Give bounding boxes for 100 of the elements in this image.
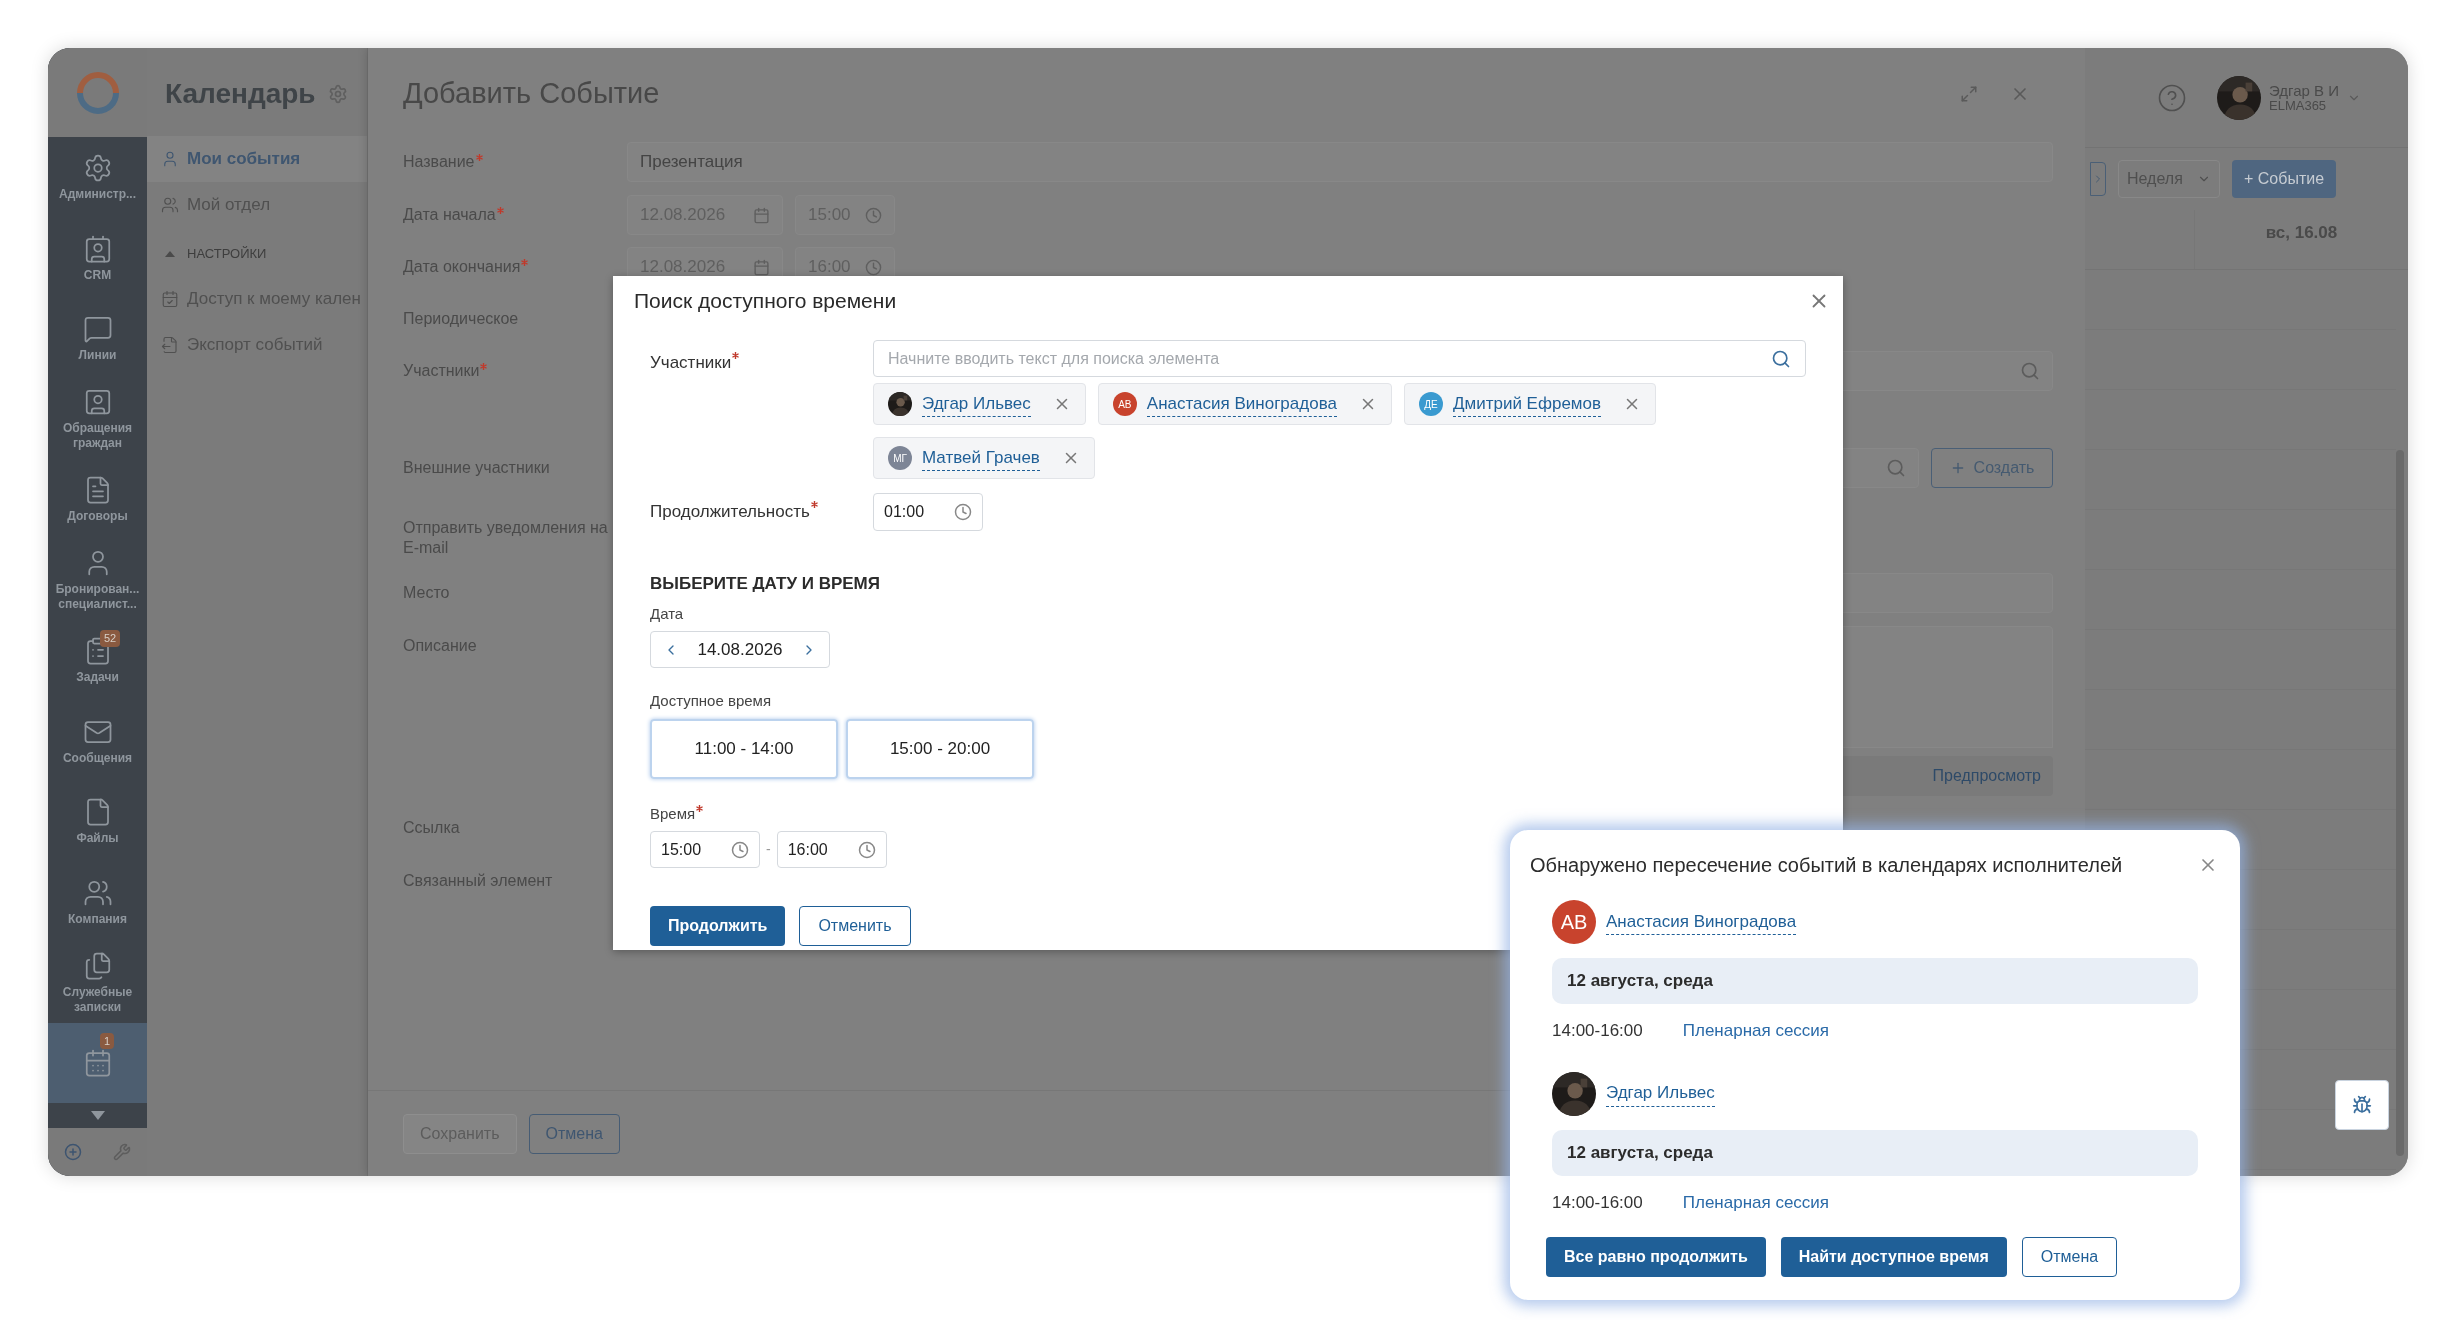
- time-field[interactable]: 15:00: [650, 831, 760, 868]
- continue-button[interactable]: Продолжить: [650, 906, 786, 946]
- required-icon: [496, 207, 504, 214]
- search-icon: [1771, 348, 1791, 369]
- bug-icon: [2352, 1095, 2372, 1115]
- clock-icon: [954, 503, 972, 521]
- logo-icon: [75, 70, 120, 115]
- time-field[interactable]: 16:00: [776, 831, 887, 868]
- sidebar-label: Компания: [67, 911, 128, 927]
- participant-link[interactable]: Эдгар Ильвес: [922, 390, 1031, 418]
- participant-chip[interactable]: Эдгар Ильвес: [873, 383, 1086, 425]
- add-icon[interactable]: [63, 1143, 82, 1162]
- sidebar-item[interactable]: Администр...: [48, 137, 147, 218]
- caret-icon: [165, 251, 175, 257]
- sidebar-label: Служебные записки: [61, 984, 134, 1015]
- sidebar-item[interactable]: Сообщения: [48, 700, 147, 782]
- help-icon[interactable]: [2157, 82, 2187, 113]
- sidebar-item[interactable]: Задачи 52: [48, 620, 147, 701]
- dialog-title: Обнаружено пересечение событий в календарях исполнителей: [1530, 853, 2123, 878]
- search-icon: [2020, 361, 2040, 381]
- page-title: Календарь: [165, 77, 316, 111]
- range-separator: -: [766, 840, 771, 859]
- panel-title: Добавить Событие: [403, 76, 660, 112]
- sidebar-label: Договоры: [66, 509, 129, 525]
- participant-chip[interactable]: ДЕ Дмитрий Ефремов: [1403, 383, 1656, 425]
- duration-field[interactable]: 01:00: [873, 493, 983, 531]
- field-label: Участники: [650, 340, 873, 479]
- sidebar-label: CRM: [82, 267, 113, 283]
- sidebar-label: Администр...: [57, 187, 137, 203]
- search-input[interactable]: Начните вводить текст для поиска элемента: [888, 346, 1771, 371]
- expand-icon[interactable]: [1960, 85, 1978, 103]
- date-bar: 12 августа, среда: [1552, 958, 2198, 1004]
- count-badge: 1: [100, 1032, 115, 1050]
- sidebar-item[interactable]: Служебные записки: [48, 942, 147, 1023]
- participant-chip[interactable]: МГ Матвей Грачев: [873, 437, 1095, 479]
- settings-section[interactable]: НАСТРОЙКИ: [147, 232, 367, 276]
- field-label: Дата: [650, 603, 685, 624]
- action-button[interactable]: Найти доступное время: [1780, 1237, 2007, 1277]
- sidebar-label: Задачи: [75, 670, 120, 686]
- person-icon: [161, 150, 179, 168]
- event-time: 14:00-16:00: [1552, 1020, 1643, 1042]
- text-field[interactable]: Презентация: [627, 142, 2053, 182]
- section-title: НАСТРОЙКИ: [187, 245, 267, 264]
- cancel-button[interactable]: Отменить: [799, 906, 911, 946]
- field-label: Продолжительность: [650, 499, 873, 525]
- export-icon: [161, 336, 179, 354]
- calendar-icon: [753, 258, 770, 276]
- avatar-initials: АВ: [1112, 392, 1137, 416]
- sidebar-item[interactable]: Договоры: [48, 459, 147, 540]
- clock-icon: [731, 840, 749, 859]
- sidebar-item[interactable]: 1: [48, 1022, 147, 1104]
- dialog-title: Поиск доступного времени: [634, 288, 897, 315]
- avatar-initials: МГ: [888, 446, 912, 470]
- bug-report-button[interactable]: [2335, 1080, 2389, 1130]
- required-icon: [480, 363, 488, 370]
- participant-chip[interactable]: АВ Анастасия Виноградова: [1097, 383, 1392, 425]
- section-heading: ВЫБЕРИТЕ ДАТУ И ВРЕМЯ: [650, 573, 881, 595]
- calendar-icon: [161, 290, 179, 308]
- sidebar-label: Бронирован... специалист...: [54, 582, 141, 613]
- participant-link[interactable]: Анастасия Виноградова: [1146, 390, 1337, 418]
- clock-icon: [865, 258, 882, 276]
- expand-down-icon[interactable]: [90, 1111, 105, 1121]
- participant-link[interactable]: Дмитрий Ефремов: [1452, 390, 1601, 418]
- action-button[interactable]: Все равно продолжить: [1546, 1237, 1766, 1277]
- date-stepper[interactable]: 14.08.2026: [650, 631, 830, 668]
- clock-icon: [865, 206, 882, 224]
- clock-icon: [857, 840, 876, 859]
- count-badge: 52: [100, 630, 121, 647]
- calendar-icon: [753, 206, 770, 224]
- time-slot[interactable]: 11:00 - 14:00: [650, 718, 838, 779]
- sidebar-item[interactable]: Линии: [48, 298, 147, 379]
- date-bar: 12 августа, среда: [1552, 1129, 2198, 1176]
- time-slot[interactable]: 15:00 - 20:00: [846, 718, 1034, 779]
- event-link[interactable]: Пленарная сессия: [1682, 1189, 1830, 1215]
- sidebar-label: Обращения граждан: [61, 421, 134, 452]
- sidebar-item[interactable]: CRM: [48, 217, 147, 299]
- person-link[interactable]: Анастасия Виноградова: [1606, 908, 1797, 936]
- sidebar-label: Файлы: [75, 831, 120, 847]
- field-label: Время: [650, 802, 1806, 825]
- people-icon: [161, 196, 179, 214]
- required-icon: [521, 259, 529, 266]
- required-icon: [475, 154, 483, 161]
- search-icon: [1886, 458, 1906, 478]
- field-label: Доступное время: [650, 691, 773, 711]
- sidebar-item[interactable]: Файлы: [48, 781, 147, 862]
- sidebar-item[interactable]: Бронирован... специалист...: [48, 539, 147, 621]
- cancel-button[interactable]: Отмена: [2021, 1237, 2118, 1277]
- event-time: 14:00-16:00: [1552, 1191, 1643, 1214]
- person-link[interactable]: Эдгар Ильвес: [1606, 1080, 1715, 1107]
- search-field[interactable]: Начните вводить текст для поиска элемента: [873, 340, 1806, 377]
- add-event-button[interactable]: + Событие: [2232, 160, 2337, 198]
- sidebar-item[interactable]: Обращения граждан: [48, 378, 147, 460]
- sidebar-label: Сообщения: [61, 750, 134, 766]
- avatar-initials: ДЕ: [1418, 392, 1443, 416]
- event-link[interactable]: Пленарная сессия: [1682, 1018, 1830, 1044]
- sidebar-item[interactable]: Компания: [48, 861, 147, 943]
- participant-link[interactable]: Матвей Грачев: [922, 444, 1040, 472]
- avatar-initials: АВ: [1552, 900, 1596, 944]
- sidebar-label: Линии: [77, 348, 118, 364]
- chat-icon: [82, 314, 113, 345]
